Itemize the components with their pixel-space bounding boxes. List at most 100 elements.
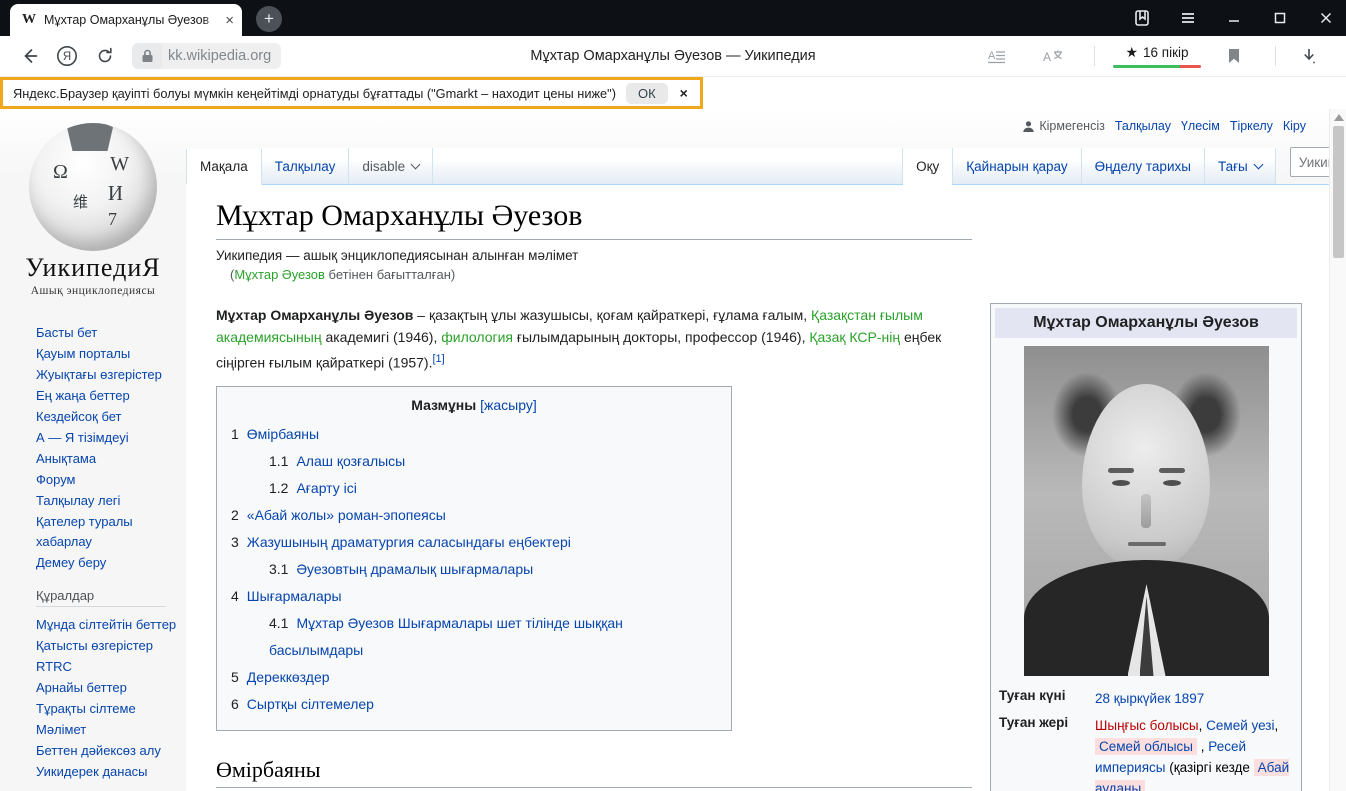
toc-hide-link[interactable]: [жасыру] <box>480 397 537 413</box>
person-infobox: Мұхтар Омарханұлы Әуезов <box>990 303 1302 791</box>
toc-item[interactable]: 3.1Әуезовтың драмалық шығармалары <box>231 556 717 583</box>
link-semey-uyezd[interactable]: Семей уезі <box>1206 718 1274 733</box>
personal-talk-link[interactable]: Талқылау <box>1115 119 1171 133</box>
sidebar-item-donate[interactable]: Демеу беру <box>36 553 186 573</box>
sidebar-tools: Мұнда сілтейтін беттер Қатысты өзгерісте… <box>0 611 186 782</box>
sidebar-item-rtrc[interactable]: RTRC <box>36 657 186 677</box>
yandex-icon[interactable]: Я <box>52 41 82 71</box>
personal-login-link[interactable]: Кіру <box>1283 119 1306 133</box>
new-tab-button[interactable]: + <box>256 6 282 32</box>
tab-history[interactable]: Өңделу тарихы <box>1082 148 1205 184</box>
extension-blocked-notification: Яндекс.Браузер қауіпті болуы мүмкін кеңе… <box>0 77 703 109</box>
chevron-down-icon <box>1253 160 1263 170</box>
tab-more-dropdown[interactable]: Тағы <box>1205 148 1276 184</box>
toc-item[interactable]: 2«Абай жолы» роман-эпопеясы <box>231 502 717 529</box>
personal-register-link[interactable]: Тіркелу <box>1230 119 1273 133</box>
sidebar-item-help[interactable]: Анықтама <box>36 449 186 469</box>
sidebar-item-az-index[interactable]: А — Я тізімдеуі <box>36 428 186 448</box>
toc-item[interactable]: 6Сыртқы сілтемелер <box>231 691 717 718</box>
link-philology[interactable]: филология <box>441 329 513 345</box>
sidebar-item-what-links-here[interactable]: Мұнда сілтейтін беттер <box>36 615 186 635</box>
sidebar-item-discussion-feed[interactable]: Талқылау легі <box>36 491 186 511</box>
ref-1-link[interactable]: [1] <box>432 353 444 365</box>
reader-mode-icon[interactable]: A <box>982 41 1012 71</box>
url-text[interactable]: kk.wikipedia.org <box>162 43 281 69</box>
maximize-icon[interactable] <box>1270 8 1290 28</box>
sidebar-item-permanent-link[interactable]: Тұрақты сілтеме <box>36 699 186 719</box>
wikipedia-logo[interactable]: Ω W И 维 7 УикипедиЯ Ашық энциклопедиясы <box>0 123 186 297</box>
chevron-down-icon <box>411 160 421 170</box>
intro-paragraph: Мұхтар Омарханұлы Әуезов – қазақтың ұлы … <box>216 304 972 374</box>
personal-bar: Кірмегенсіз Талқылау Үлесім Тіркелу Кіру <box>186 109 1346 133</box>
sidebar-item-special-pages[interactable]: Арнайы беттер <box>36 678 186 698</box>
page-title: Мұхтар Омарханұлы Әуезов <box>216 199 972 240</box>
page-viewport: Ω W И 维 7 УикипедиЯ Ашық энциклопедиясы … <box>0 109 1346 791</box>
menu-icon[interactable] <box>1178 8 1198 28</box>
toc-item[interactable]: 3Жазушының драматургия саласындағы еңбек… <box>231 529 717 556</box>
tab-talk[interactable]: Талқылау <box>262 148 350 184</box>
browser-titlebar: W Мұхтар Омарханұлы Әуезов × + <box>0 0 1346 36</box>
wiki-main: Кірмегенсіз Талқылау Үлесім Тіркелу Кіру… <box>186 109 1346 791</box>
tab-view-source[interactable]: Қайнарын қарау <box>952 148 1081 184</box>
link-semey-oblast-highlighted[interactable]: Семей облысы <box>1095 738 1197 755</box>
wikipedia-globe-icon: Ω W И 维 7 <box>29 123 157 251</box>
tab-close-icon[interactable]: × <box>225 13 234 28</box>
wikipedia-favicon-icon: W <box>22 12 36 28</box>
infobox-row-birthplace: Туған жері Шыңғыс болысы, Семей уезі, Се… <box>999 715 1293 791</box>
sidebar-item-wikidata[interactable]: Уикидерек данасы <box>36 762 186 782</box>
article-content: Мұхтар Омарханұлы Әуезов Уикипедия — ашы… <box>186 185 1346 791</box>
svg-text:Я: Я <box>63 51 71 63</box>
sidebar-item-new-pages[interactable]: Ең жаңа беттер <box>36 386 186 406</box>
site-subtitle: Уикипедия — ашық энциклопедиясынан алынғ… <box>216 248 972 263</box>
sidebar-item-random[interactable]: Кездейсоқ бет <box>36 407 186 427</box>
refresh-icon[interactable] <box>90 41 120 71</box>
toc-item[interactable]: 5Дереккөздер <box>231 664 717 691</box>
notification-ok-button[interactable]: ОК <box>626 83 668 104</box>
tab-disable-dropdown[interactable]: disable <box>349 148 433 184</box>
sidebar-item-page-info[interactable]: Мәлімет <box>36 720 186 740</box>
redirect-source-link[interactable]: Мұхтар Әуезов <box>234 267 325 282</box>
back-icon[interactable] <box>14 41 44 71</box>
sidebar-item-forum[interactable]: Форум <box>36 470 186 490</box>
browser-tab[interactable]: W Мұхтар Омарханұлы Әуезов × <box>10 4 242 36</box>
svg-text:A: A <box>988 50 996 62</box>
sidebar-item-community[interactable]: Қауым порталы <box>36 344 186 364</box>
site-rating[interactable]: ★ 16 пікір <box>1113 44 1201 68</box>
sidebar-item-related-changes[interactable]: Қатысты өзгерістер <box>36 636 186 656</box>
sidebar-item-cite-page[interactable]: Беттен дәйексөз алу <box>36 741 186 761</box>
lock-icon[interactable] <box>132 43 162 69</box>
notification-close-icon[interactable]: × <box>680 85 688 101</box>
address-bar[interactable]: kk.wikipedia.org <box>132 43 281 69</box>
sidebar-print-heading: Print/export <box>0 783 186 791</box>
link-shyngys-volost[interactable]: Шыңғыс болысы <box>1095 718 1199 733</box>
scrollbar-up-arrow-icon[interactable] <box>1334 114 1344 121</box>
toc-item[interactable]: 1.1Алаш қозғалысы <box>231 448 717 475</box>
toc-item[interactable]: 1Өмірбаяны <box>231 421 717 448</box>
wiki-sidebar: Ω W И 维 7 УикипедиЯ Ашық энциклопедиясы … <box>0 109 186 791</box>
table-of-contents: Мазмұны [жасыру] 1Өмірбаяны 1.1Алаш қозғ… <box>216 386 732 731</box>
minimize-icon[interactable] <box>1224 8 1244 28</box>
toc-title: Мазмұны <box>411 397 476 413</box>
toc-item[interactable]: 4.1Мұхтар Әуезов Шығармалары шет тілінде… <box>231 610 717 664</box>
page-scrollbar[interactable] <box>1329 109 1346 791</box>
bookmark-icon[interactable] <box>1219 41 1249 71</box>
infobox-row-birthdate: Туған күні 28 қыркүйек 1897 <box>999 688 1293 709</box>
tab-article[interactable]: Мақала <box>186 149 262 185</box>
translate-icon[interactable]: A <box>1038 41 1068 71</box>
tab-read[interactable]: Оқу <box>903 149 952 185</box>
close-window-icon[interactable] <box>1316 8 1336 28</box>
sidebar-item-report-errors[interactable]: Қателер туралы хабарлау <box>36 512 186 552</box>
link-birth-date[interactable]: 28 қыркүйек 1897 <box>1095 691 1204 706</box>
toc-item[interactable]: 1.2Ағарту ісі <box>231 475 717 502</box>
scrollbar-thumb[interactable] <box>1333 126 1344 258</box>
sidebar-item-recent-changes[interactable]: Жуықтағы өзгерістер <box>36 365 186 385</box>
user-icon <box>1022 120 1035 133</box>
logo-tagline: Ашық энциклопедиясы <box>0 285 186 297</box>
link-kazakh-ssr[interactable]: Қазақ КСР-нің <box>809 329 900 345</box>
tab-panels-icon[interactable] <box>1132 8 1152 28</box>
portrait-photo[interactable] <box>1024 346 1269 676</box>
toc-item[interactable]: 4Шығармалары <box>231 583 717 610</box>
sidebar-item-main[interactable]: Басты бет <box>36 323 186 343</box>
downloads-icon[interactable] <box>1294 41 1324 71</box>
personal-contribs-link[interactable]: Үлесім <box>1181 119 1220 133</box>
